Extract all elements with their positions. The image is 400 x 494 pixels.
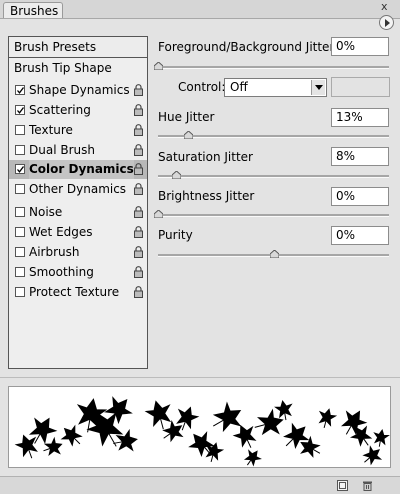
checkbox[interactable]	[15, 267, 25, 277]
list-item[interactable]: Wet Edges	[9, 223, 147, 242]
lock-icon[interactable]	[134, 124, 143, 136]
saturation-jitter-slider-thumb[interactable]	[172, 171, 182, 179]
triangle-right-icon	[385, 19, 390, 27]
tab-brushes[interactable]: Brushes	[3, 2, 63, 18]
checkbox[interactable]	[15, 207, 25, 217]
list-item-label: Wet Edges	[29, 225, 93, 239]
lock-icon[interactable]	[134, 286, 143, 298]
brightness-jitter-slider-thumb[interactable]	[154, 210, 163, 218]
list-item[interactable]: Other Dynamics	[9, 180, 147, 199]
hue-jitter-slider-thumb[interactable]	[184, 131, 194, 139]
list-item[interactable]: Texture	[9, 121, 147, 140]
close-icon[interactable]: x	[381, 0, 388, 13]
lock-icon[interactable]	[134, 206, 143, 218]
list-item-label: Noise	[29, 205, 63, 219]
list-item[interactable]: Noise	[9, 203, 147, 222]
brush-options-list: Brush Presets Brush Tip Shape Shape Dynam…	[8, 36, 148, 369]
list-item[interactable]: Airbrush	[9, 243, 147, 262]
purity-input[interactable]: 0%	[331, 226, 389, 245]
control-label: Control:	[178, 80, 226, 94]
list-item[interactable]: Smoothing	[9, 263, 147, 282]
hue-jitter-input[interactable]: 13%	[331, 108, 389, 127]
checkbox[interactable]	[15, 247, 25, 257]
purity-slider-thumb[interactable]	[269, 250, 279, 258]
lock-icon[interactable]	[134, 246, 143, 258]
hue-jitter-label: Hue Jitter	[158, 110, 215, 124]
checkbox[interactable]	[15, 227, 25, 237]
preview-separator	[0, 377, 400, 378]
fg-bg-jitter-input[interactable]: 0%	[331, 37, 389, 56]
checkbox[interactable]	[15, 145, 25, 155]
lock-icon[interactable]	[134, 183, 143, 195]
list-item-label: Shape Dynamics	[29, 83, 130, 97]
purity-label: Purity	[158, 228, 193, 242]
checkmark-icon	[17, 107, 25, 114]
brush-stroke-preview	[8, 386, 391, 468]
list-item-label: Scattering	[29, 103, 91, 117]
list-item-label: Brush Tip Shape	[14, 61, 112, 75]
checkbox[interactable]	[15, 85, 25, 95]
list-item[interactable]: Color Dynamics	[9, 160, 147, 179]
trash-icon[interactable]	[362, 480, 373, 491]
list-item-label: Airbrush	[29, 245, 80, 259]
brushes-panel: Brushes x Brush Presets Brush Tip Shape S…	[0, 0, 400, 494]
lock-icon[interactable]	[134, 163, 143, 175]
checkbox[interactable]	[15, 164, 25, 174]
control-fade-input	[331, 77, 390, 97]
checkbox[interactable]	[15, 105, 25, 115]
list-item-label: Color Dynamics	[29, 160, 134, 179]
panel-menu-button[interactable]	[379, 15, 394, 30]
lock-icon[interactable]	[134, 104, 143, 116]
brightness-jitter-input[interactable]: 0%	[331, 187, 389, 206]
leaf-brush-stroke-icon	[14, 396, 390, 467]
list-item[interactable]: Brush Tip Shape	[9, 59, 147, 78]
brightness-jitter-label: Brightness Jitter	[158, 189, 255, 203]
lock-icon[interactable]	[134, 226, 143, 238]
fg-bg-jitter-slider[interactable]	[158, 66, 389, 69]
list-item[interactable]: Protect Texture	[9, 283, 147, 302]
checkmark-icon	[17, 166, 25, 173]
brush-presets-button[interactable]: Brush Presets	[9, 37, 147, 58]
control-select-value: Off	[230, 80, 248, 94]
list-item-label: Smoothing	[29, 265, 94, 279]
saturation-jitter-label: Saturation Jitter	[158, 150, 253, 164]
list-item-label: Other Dynamics	[29, 182, 127, 196]
list-item-label: Dual Brush	[29, 143, 95, 157]
fg-bg-jitter-label: Foreground/Background Jitter	[158, 40, 335, 54]
checkbox[interactable]	[15, 184, 25, 194]
panel-title-bar: Brushes x	[0, 0, 400, 19]
list-item-label: Texture	[29, 123, 73, 137]
checkmark-icon	[17, 87, 25, 94]
list-item[interactable]: Shape Dynamics	[9, 81, 147, 100]
panel-bottom-bar	[0, 476, 400, 494]
saturation-jitter-slider[interactable]	[158, 175, 389, 178]
chevron-down-icon[interactable]	[311, 80, 325, 95]
brightness-jitter-slider[interactable]	[158, 214, 389, 217]
checkbox[interactable]	[15, 125, 25, 135]
checkbox[interactable]	[15, 287, 25, 297]
list-item-label: Protect Texture	[29, 285, 120, 299]
fg-bg-jitter-slider-thumb[interactable]	[154, 62, 163, 70]
control-select[interactable]: Off	[224, 78, 327, 97]
saturation-jitter-input[interactable]: 8%	[331, 147, 389, 166]
list-item[interactable]: Dual Brush	[9, 141, 147, 160]
lock-icon[interactable]	[134, 144, 143, 156]
lock-icon[interactable]	[134, 266, 143, 278]
list-item[interactable]: Scattering	[9, 101, 147, 120]
new-preset-icon[interactable]	[337, 480, 348, 491]
lock-icon[interactable]	[134, 84, 143, 96]
